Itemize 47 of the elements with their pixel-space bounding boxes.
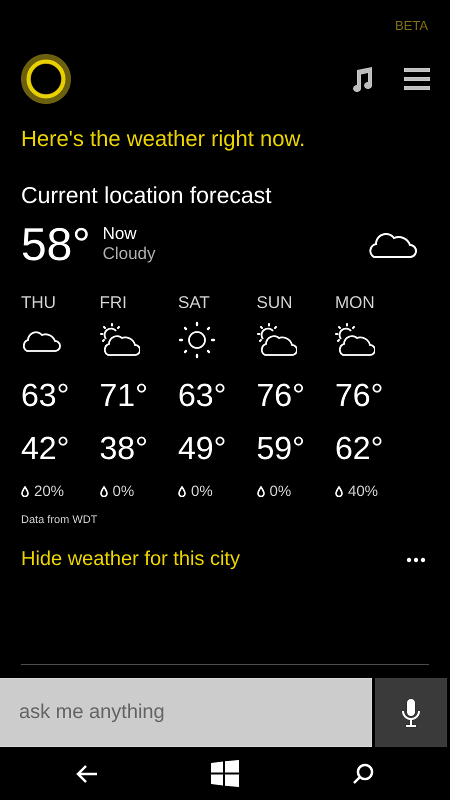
sun-behind-cloud-icon [256, 323, 296, 357]
sun-behind-cloud-icon [335, 323, 375, 357]
raindrop-icon [178, 486, 186, 497]
time-label: Now [102, 224, 138, 244]
condition-label: Cloudy [102, 244, 156, 264]
low-temperature: 62° [335, 430, 384, 467]
sun-behind-cloud-icon [100, 323, 140, 357]
microphone-icon [401, 698, 421, 728]
music-note-icon[interactable] [350, 66, 374, 92]
ring-logo-icon [21, 54, 71, 104]
day-label: SUN [256, 293, 292, 313]
low-temperature: 59° [256, 430, 305, 467]
day-label: SAT [178, 293, 210, 313]
low-temperature: 42° [21, 430, 70, 467]
precipitation-chance: 0% [270, 483, 292, 500]
ask-field[interactable]: ask me anything [0, 678, 372, 747]
high-temperature: 76° [335, 377, 384, 414]
headline: Here's the weather right now. [20, 125, 306, 152]
day-label: THU [21, 293, 56, 313]
more-icon[interactable] [406, 556, 426, 562]
sun-icon [178, 321, 216, 359]
raindrop-icon [21, 486, 29, 497]
raindrop-icon [335, 486, 343, 497]
data-source: Data from WDT [20, 513, 98, 526]
back-arrow-icon[interactable] [76, 764, 98, 782]
hide-weather-link[interactable]: Hide weather for this city [21, 548, 240, 571]
high-temperature: 76° [256, 377, 305, 414]
raindrop-icon [100, 486, 108, 497]
menu-icon[interactable] [404, 67, 430, 91]
day-label: FRI [100, 293, 127, 313]
high-temperature: 71° [100, 377, 148, 414]
precipitation-chance: 40% [348, 483, 378, 500]
current-temperature: 58° [21, 217, 91, 271]
high-temperature: 63° [21, 377, 70, 414]
windows-logo-icon[interactable] [210, 760, 239, 787]
precipitation-chance: 20% [34, 483, 64, 500]
low-temperature: 38° [100, 430, 148, 467]
low-temperature: 49° [178, 430, 226, 467]
high-temperature: 63° [178, 377, 226, 414]
search-icon[interactable] [352, 762, 374, 784]
day-label: MON [335, 293, 375, 313]
beta-label: BETA [395, 18, 428, 30]
microphone-button[interactable] [375, 678, 447, 747]
precipitation-chance: 0% [191, 483, 213, 500]
raindrop-icon [256, 486, 264, 497]
precipitation-chance: 0% [112, 483, 134, 500]
forecast-title: Current location forecast [20, 181, 273, 209]
